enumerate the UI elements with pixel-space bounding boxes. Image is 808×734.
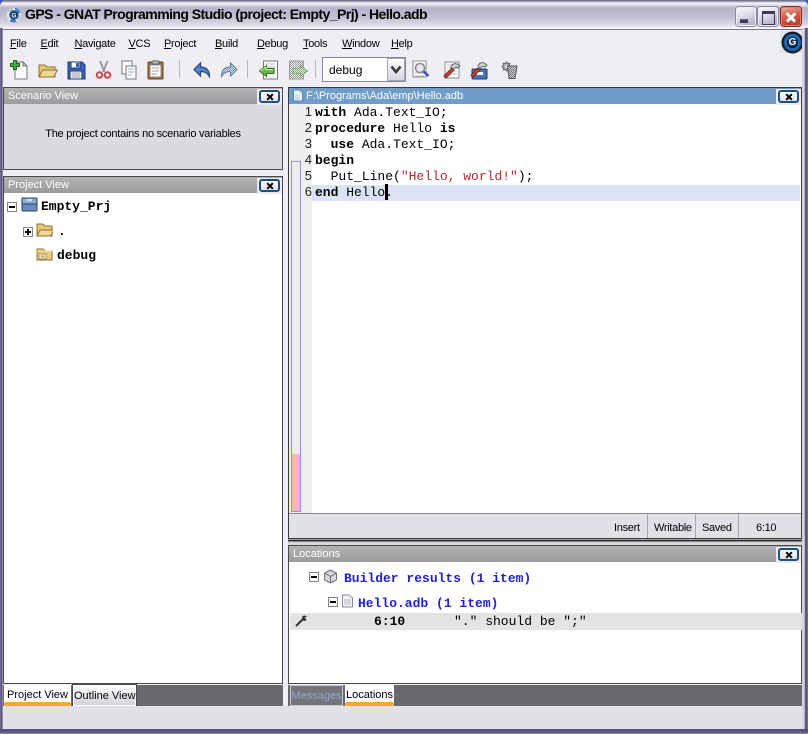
svg-text:G: G <box>12 12 17 19</box>
